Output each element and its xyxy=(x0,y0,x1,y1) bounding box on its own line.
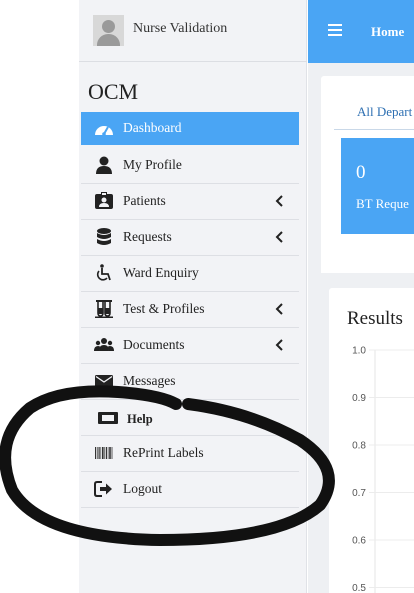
card-label: BT Reque xyxy=(356,196,409,211)
sidebar-item-label: Messages xyxy=(123,373,176,388)
sidebar-item-logout[interactable]: Logout xyxy=(81,472,299,508)
y-tick-label: 0.8 xyxy=(352,441,366,452)
sidebar-item-label: RePrint Labels xyxy=(123,445,204,460)
top-navbar: Home xyxy=(308,0,414,63)
bt-requests-card[interactable]: 0 BT Reque xyxy=(341,138,414,234)
sidebar-item-label: Requests xyxy=(123,229,172,244)
results-chart: 1.0 0.9 0.8 0.7 0.6 0.5 xyxy=(352,346,414,593)
y-tick-label: 0.9 xyxy=(352,393,366,404)
database-icon xyxy=(97,228,111,245)
sidebar-item-label: Patients xyxy=(123,193,166,208)
tab-all-departments[interactable]: All Depart xyxy=(357,104,412,120)
y-tick-label: 1.0 xyxy=(352,346,366,357)
sidebar-item-messages[interactable]: Messages xyxy=(81,364,299,400)
user-icon xyxy=(96,156,112,174)
sidebar-item-requests[interactable]: Requests xyxy=(81,220,299,256)
results-panel: Results 1.0 0.9 0.8 0.7 0.6 0.5 xyxy=(329,288,414,593)
sidebar-item-help[interactable]: Help xyxy=(81,400,299,436)
sidebar-item-label: Logout xyxy=(123,481,162,496)
app-title: OCM xyxy=(88,79,139,104)
user-name: Nurse Validation xyxy=(133,21,228,36)
sign-out-icon xyxy=(94,481,112,497)
users-icon xyxy=(94,338,114,351)
sidebar-item-my-profile[interactable]: My Profile xyxy=(81,148,299,184)
id-badge-icon xyxy=(95,192,113,209)
sidebar: Nurse Validation OCM Dashboard My Profil… xyxy=(79,0,307,593)
sidebar-item-label: Dashboard xyxy=(123,120,182,135)
sidebar-item-label: Ward Enquiry xyxy=(123,265,199,280)
y-tick-label: 0.7 xyxy=(352,488,366,499)
sidebar-item-reprint-labels[interactable]: RePrint Labels xyxy=(81,436,299,472)
y-tick-label: 0.5 xyxy=(352,583,366,593)
chevron-left-icon xyxy=(275,231,283,243)
departments-panel: All Depart 0 BT Reque xyxy=(321,76,414,273)
chevron-left-icon xyxy=(275,303,283,315)
chevron-left-icon xyxy=(275,339,283,351)
sidebar-item-label: Test & Profiles xyxy=(123,301,205,316)
test-tubes-icon xyxy=(95,300,113,318)
sidebar-menu: Dashboard My Profile Patients Requests W… xyxy=(81,112,299,508)
wheelchair-icon xyxy=(96,264,111,281)
sidebar-item-patients[interactable]: Patients xyxy=(81,184,299,220)
sidebar-item-label: Documents xyxy=(123,337,185,352)
chevron-left-icon xyxy=(275,195,283,207)
hamburger-icon[interactable] xyxy=(328,24,342,36)
dashboard-icon xyxy=(95,126,113,136)
ticket-icon xyxy=(98,412,118,424)
sidebar-item-ward-enquiry[interactable]: Ward Enquiry xyxy=(81,256,299,292)
card-count: 0 xyxy=(356,162,366,183)
barcode-icon xyxy=(95,447,113,459)
y-tick-label: 0.6 xyxy=(352,536,366,547)
tab-divider xyxy=(334,129,414,130)
home-link[interactable]: Home xyxy=(371,24,404,40)
sidebar-item-documents[interactable]: Documents xyxy=(81,328,299,364)
left-blank-area xyxy=(0,0,79,593)
avatar xyxy=(93,15,124,46)
sidebar-item-dashboard[interactable]: Dashboard xyxy=(81,112,299,145)
sidebar-item-label: Help xyxy=(127,412,153,426)
envelope-icon xyxy=(95,375,113,388)
sidebar-item-test-profiles[interactable]: Test & Profiles xyxy=(81,292,299,328)
sidebar-item-label: My Profile xyxy=(123,157,182,172)
user-panel[interactable]: Nurse Validation xyxy=(79,0,307,62)
